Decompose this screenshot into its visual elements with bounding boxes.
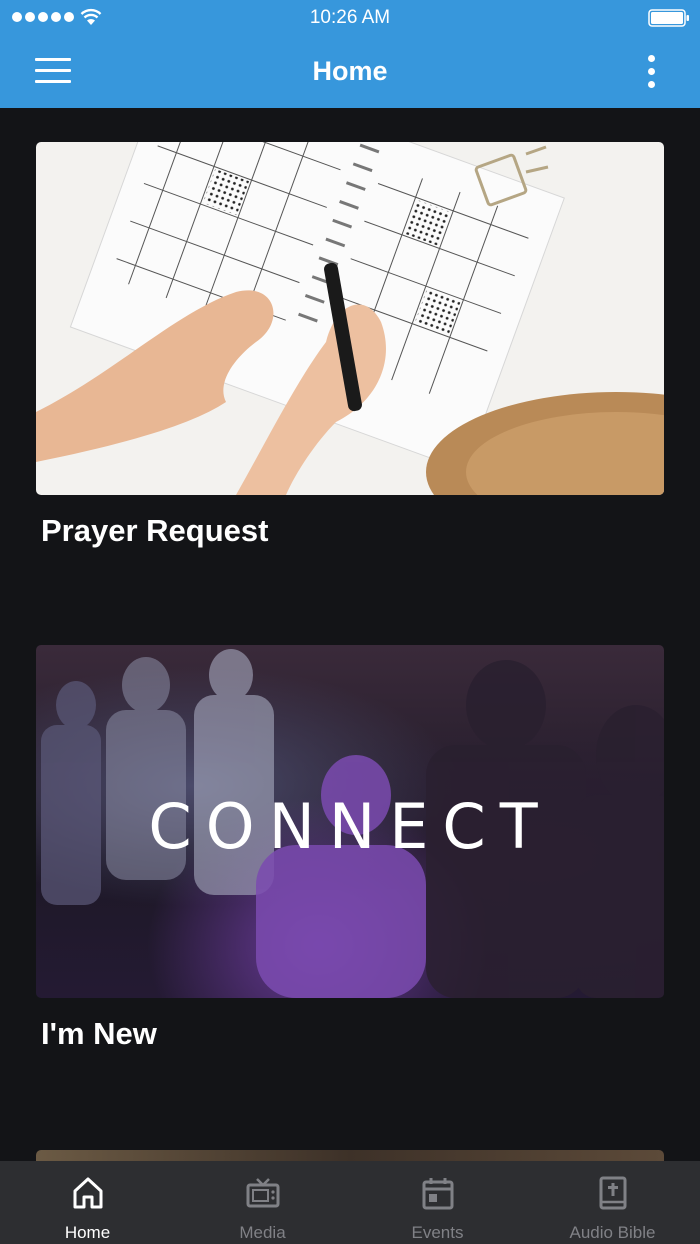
bible-icon [599,1176,626,1210]
bottom-tab-bar: Home Media Events Audio Bible [0,1161,700,1244]
tab-events[interactable]: Events [350,1161,525,1244]
tab-media[interactable]: Media [175,1161,350,1244]
connect-overlay-text: CONNECT [148,790,552,863]
calendar-icon [422,1178,453,1210]
card-im-new[interactable]: CONNECT I'm New [36,645,664,1052]
page-title: Home [312,56,388,86]
app-bar: Home [0,36,700,108]
card-prayer-request[interactable]: Prayer Request [36,142,664,549]
status-bar: 10:26 AM [0,0,700,36]
connect-image: CONNECT [36,645,664,998]
tab-label: Events [411,1223,464,1242]
tab-audio-bible[interactable]: Audio Bible [525,1161,700,1244]
tab-home[interactable]: Home [0,1161,175,1244]
more-options-button[interactable] [642,52,662,92]
top-bar: 10:26 AM Home [0,0,700,108]
card-title: Prayer Request [41,513,269,548]
status-time: 10:26 AM [309,7,391,28]
tv-icon [246,1178,279,1208]
tab-label: Audio Bible [569,1223,656,1242]
tab-label: Media [239,1223,286,1242]
card-title: I'm New [41,1016,157,1051]
battery-icon [648,9,689,27]
tab-label: Home [64,1223,111,1242]
home-icon [73,1177,102,1209]
prayer-request-image [36,142,664,495]
